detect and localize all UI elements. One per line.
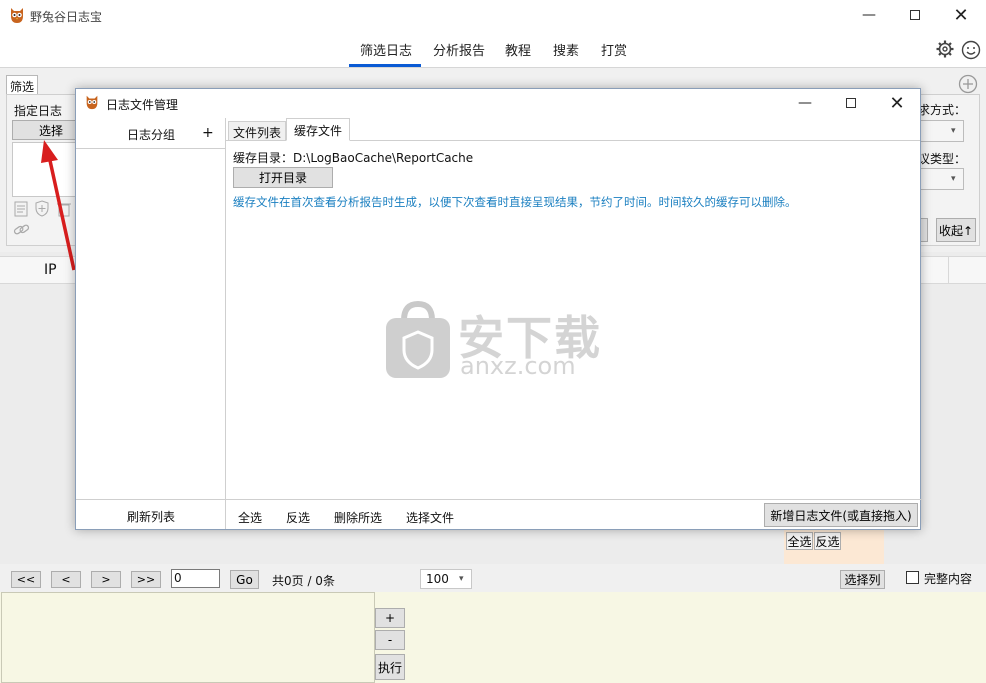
full-content-checkbox[interactable] <box>906 571 919 584</box>
dialog-minimize-icon[interactable]: — <box>782 88 828 118</box>
dialog-title: 日志文件管理 <box>106 98 179 112</box>
app-title: 野兔谷日志宝 <box>30 10 103 24</box>
column-divider <box>948 256 949 284</box>
filter-tab-label: 筛选 <box>10 80 35 94</box>
dialog-close-icon[interactable]: ✕ <box>874 88 920 118</box>
first-page-button[interactable]: << <box>11 571 41 588</box>
app-title-bar <box>0 0 986 30</box>
top-nav-bar <box>0 30 986 68</box>
doc-icon[interactable] <box>13 201 29 217</box>
nav-reward[interactable]: 打赏 <box>601 40 627 59</box>
select-all-small-button[interactable]: 全选 <box>786 532 813 550</box>
tab-cache-files-label: 缓存文件 <box>294 124 343 138</box>
select-files-button[interactable]: 选择文件 <box>406 509 454 526</box>
dialog-maximize-icon[interactable] <box>828 88 874 118</box>
go-button[interactable]: Go <box>230 570 259 589</box>
add-circle-icon[interactable] <box>958 74 978 94</box>
watermark-en: anxz.com <box>460 352 576 380</box>
next-page-button[interactable]: > <box>91 571 121 588</box>
collapse-button[interactable]: 收起↑ <box>936 218 976 242</box>
specify-log-label: 指定日志 <box>14 104 63 118</box>
dialog-owl-icon <box>84 94 100 110</box>
maximize-icon[interactable] <box>892 0 938 30</box>
prev-page-button[interactable]: < <box>51 571 81 588</box>
red-arrow-annotation <box>36 138 80 278</box>
page-size-value: 100 <box>426 572 449 586</box>
select-columns-button[interactable]: 选择列 <box>840 570 885 589</box>
page-number-input[interactable]: 0 <box>171 569 220 588</box>
protocol-type-label: 议类型： <box>918 152 967 166</box>
chevron-down-icon: ▾ <box>951 126 956 136</box>
smiley-icon[interactable] <box>961 40 981 60</box>
invert-small-button[interactable]: 反选 <box>814 532 841 550</box>
group-header: 日志分组 <box>127 128 176 142</box>
delete-selected-button[interactable]: 删除所选 <box>334 509 382 526</box>
owl-logo-icon <box>8 6 26 24</box>
last-page-button[interactable]: >> <box>131 571 161 588</box>
protocol-type-select[interactable] <box>920 168 964 190</box>
close-icon[interactable]: ✕ <box>938 0 984 30</box>
link-icon[interactable] <box>13 222 31 238</box>
group-footer-divider <box>76 499 921 500</box>
watermark-bag-icon <box>384 300 452 380</box>
execute-button[interactable]: 执行 <box>375 654 405 680</box>
select-log-button[interactable]: 选择 <box>12 120 82 140</box>
open-dir-button[interactable]: 打开目录 <box>233 167 333 188</box>
minus-button[interactable]: - <box>375 630 405 650</box>
nav-search[interactable]: 搜素 <box>553 40 579 59</box>
sort-mode-label: 求方式： <box>918 103 967 117</box>
gear-icon[interactable] <box>936 40 954 58</box>
nav-filter-log[interactable]: 筛选日志 <box>360 40 412 59</box>
cache-info-text: 缓存文件在首次查看分析报告时生成，以便下次查看时直接呈现结果，节约了时间。时间较… <box>233 195 797 209</box>
nav-active-underline <box>349 64 421 67</box>
sort-mode-select[interactable] <box>920 120 964 142</box>
cache-dir-label: 缓存目录：D:\LogBaoCache\ReportCache <box>233 151 474 165</box>
group-pane <box>76 118 226 529</box>
nav-analysis-report[interactable]: 分析报告 <box>433 40 485 59</box>
plus-button[interactable]: + <box>375 608 405 628</box>
refresh-list-button[interactable]: 刷新列表 <box>127 508 175 525</box>
tab-file-list-label: 文件列表 <box>233 126 282 140</box>
query-editor[interactable] <box>1 592 375 683</box>
add-log-file-button[interactable]: 新增日志文件(或直接拖入) <box>764 503 918 527</box>
group-header-divider <box>76 148 226 149</box>
chevron-down-icon: ▾ <box>459 574 464 584</box>
nav-tutorial[interactable]: 教程 <box>505 40 531 59</box>
page-info: 共0页 / 0条 <box>272 574 335 588</box>
minimize-icon[interactable]: — <box>846 0 892 30</box>
chevron-down-icon: ▾ <box>951 174 956 184</box>
invert-selection-button[interactable]: 反选 <box>286 509 310 526</box>
select-all-button[interactable]: 全选 <box>238 509 262 526</box>
full-content-label: 完整内容 <box>924 572 973 586</box>
group-add-button[interactable]: + <box>202 125 214 141</box>
